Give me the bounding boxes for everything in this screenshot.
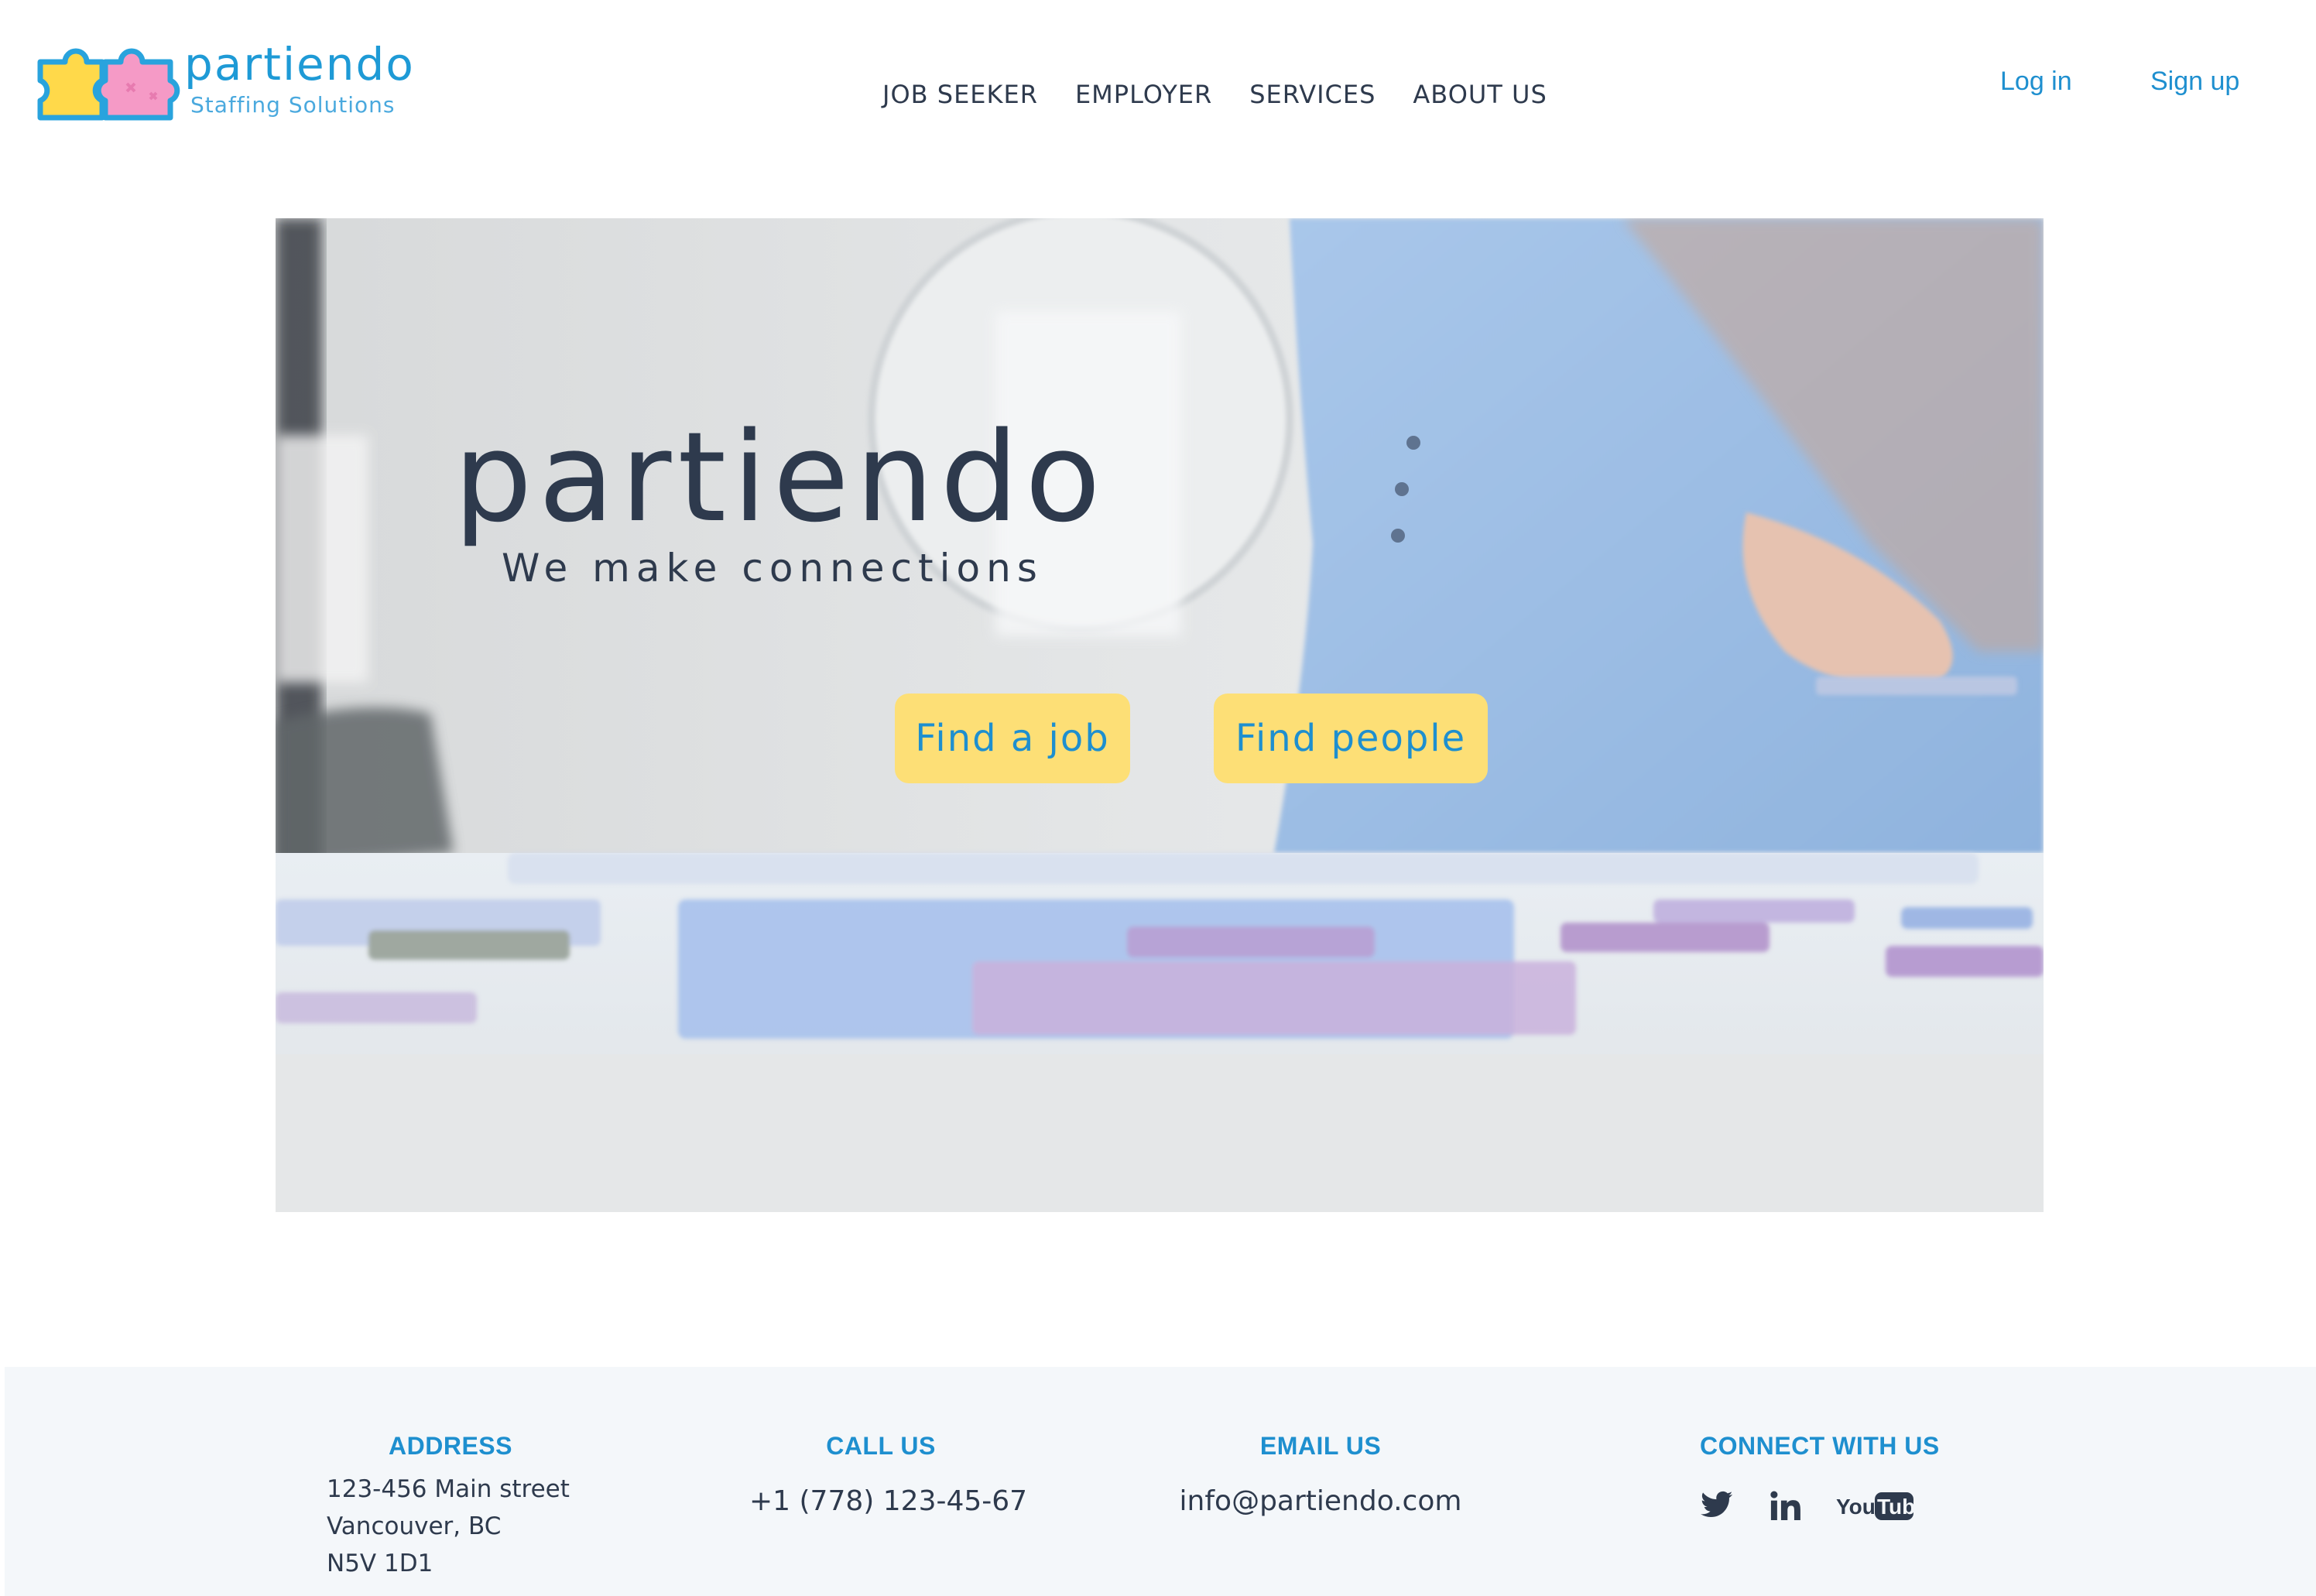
- svg-text:You: You: [1836, 1495, 1876, 1519]
- youtube-icon[interactable]: You Tube: [1836, 1489, 1927, 1525]
- address-line-2: Vancouver, BC: [327, 1512, 502, 1540]
- twitter-icon[interactable]: [1700, 1491, 1734, 1523]
- nav-employer[interactable]: EMPLOYER: [1075, 77, 1212, 111]
- brand-tagline: Staffing Solutions: [190, 92, 396, 118]
- svg-text:Tube: Tube: [1877, 1495, 1913, 1519]
- find-people-button[interactable]: Find people: [1214, 694, 1488, 783]
- social-heading: CONNECT WITH US: [1700, 1432, 1940, 1460]
- puzzle-logo-icon: [37, 48, 180, 121]
- nav-about-us[interactable]: ABOUT US: [1413, 77, 1547, 111]
- hero-background-image: [276, 218, 2044, 1212]
- email-heading: EMAIL US: [1259, 1432, 1382, 1460]
- find-job-button[interactable]: Find a job: [895, 694, 1130, 783]
- social-links: You Tube: [1700, 1489, 1940, 1525]
- login-link[interactable]: Log in: [2000, 63, 2072, 99]
- hero-title: partiendo: [454, 405, 1107, 550]
- footer-email-column: EMAIL US info@partiendo.com: [1166, 1430, 1475, 1520]
- address-heading: ADDRESS: [389, 1432, 512, 1460]
- nav-job-seeker[interactable]: JOB SEEKER: [882, 77, 1038, 111]
- signup-link[interactable]: Sign up: [2150, 63, 2239, 99]
- call-heading: CALL US: [826, 1432, 936, 1460]
- footer-social-column: CONNECT WITH US You Tube: [1700, 1430, 1940, 1525]
- hero-tagline: We make connections: [502, 546, 1043, 591]
- site-footer: ADDRESS 123-456 Main street Vancouver, B…: [5, 1367, 2316, 1596]
- main-nav: JOB SEEKER EMPLOYER SERVICES ABOUT US: [882, 77, 1547, 111]
- nav-services[interactable]: SERVICES: [1249, 77, 1376, 111]
- brand-logo[interactable]: partiendo Staffing Solutions: [34, 39, 437, 124]
- footer-address-column: ADDRESS 123-456 Main street Vancouver, B…: [327, 1430, 570, 1582]
- phone-number[interactable]: +1 (778) 123-45-67: [749, 1483, 1027, 1520]
- hero-banner: partiendo We make connections Find a job…: [276, 218, 2044, 1212]
- email-address[interactable]: info@partiendo.com: [1166, 1483, 1475, 1520]
- linkedin-icon[interactable]: [1770, 1491, 1800, 1523]
- brand-name: partiendo: [184, 38, 415, 91]
- address-line-3: N5V 1D1: [327, 1550, 433, 1577]
- footer-call-column: CALL US +1 (778) 123-45-67: [749, 1430, 1027, 1520]
- address-line-1: 123-456 Main street: [327, 1475, 570, 1503]
